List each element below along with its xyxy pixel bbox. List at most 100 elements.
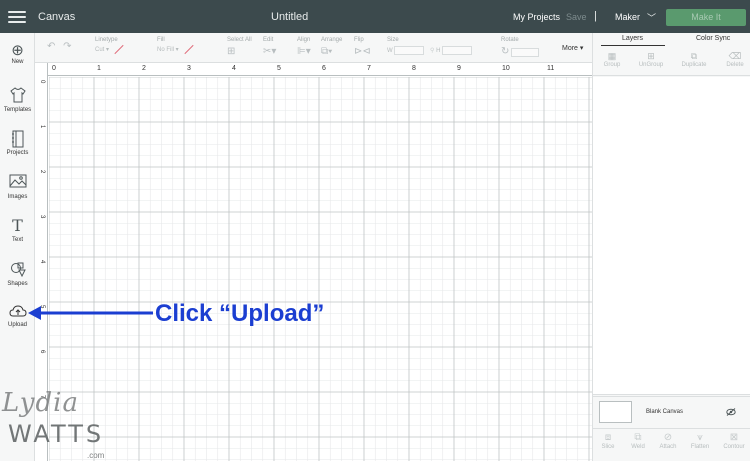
ruler-tick-label: 4 [39, 260, 45, 264]
edit-label: Edit [263, 37, 274, 43]
ruler-tick-label: 0 [52, 65, 56, 72]
sidebar-item-new[interactable]: ⊕ New [0, 42, 35, 65]
weld-button[interactable]: ⧉ Weld [623, 432, 653, 450]
shapes-icon [0, 261, 35, 278]
width-input[interactable] [394, 46, 425, 55]
size-h-label: H [436, 48, 441, 55]
text-icon: T [12, 216, 23, 235]
active-tab-indicator [601, 45, 665, 46]
sidebar-item-shapes[interactable]: Shapes [0, 261, 35, 287]
select-all-label: Select All [227, 37, 252, 43]
chevron-down-icon[interactable]: ﹀ [647, 11, 656, 24]
select-all-icon[interactable]: ⊞ [227, 46, 252, 57]
ruler-tick-label: 1 [39, 125, 45, 129]
ruler-tick-label: 7 [367, 65, 371, 72]
layer-actions: ▦ Group ⊞ UnGroup ⧉ Duplicate ⌫ Delete [593, 48, 750, 76]
sidebar-item-projects[interactable]: Projects [0, 130, 35, 156]
delete-icon: ⌫ [728, 51, 742, 61]
ruler-tick-label: 2 [39, 170, 45, 174]
ruler-tick-label: 8 [412, 65, 416, 72]
rotate-label: Rotate [501, 37, 519, 43]
sidebar-item-label: Templates [3, 107, 32, 113]
ungroup-button[interactable]: ⊞ UnGroup [633, 50, 669, 68]
contour-icon: ⊠ [729, 432, 739, 443]
ruler-tick-label: 2 [142, 65, 146, 72]
layers-list [593, 77, 750, 395]
slice-icon: ⧈ [604, 432, 612, 443]
image-icon [0, 174, 35, 191]
delete-button[interactable]: ⌫ Delete [717, 50, 750, 68]
undo-icon[interactable]: ↶ [47, 41, 55, 52]
right-panel: Layers Color Sync ▦ Group ⊞ UnGroup ⧉ Dupli… [592, 33, 750, 461]
watermark-script: Lydia [2, 388, 79, 418]
annotation-callout: Click “Upload” [155, 300, 325, 327]
fill-select[interactable]: No Fill [157, 47, 174, 53]
duplicate-button[interactable]: ⧉ Duplicate [676, 50, 712, 68]
watermark-suffix: .com [87, 451, 105, 460]
sidebar-item-label: Projects [6, 150, 29, 156]
tab-color-sync[interactable]: Color Sync [696, 35, 730, 42]
ruler-horizontal: 0 1 2 3 4 5 6 7 8 9 10 11 [35, 63, 592, 76]
flatten-button[interactable]: ⩛ Flatten [685, 432, 715, 450]
flip-icon[interactable]: ⊳⊲ [354, 46, 371, 57]
rotate-icon: ↻ [501, 46, 510, 57]
attach-button[interactable]: ⊘ Attach [653, 432, 683, 450]
ruler-tick-label: 3 [187, 65, 191, 72]
shirt-icon [0, 87, 35, 104]
fill-color-icon[interactable] [184, 44, 194, 55]
sidebar-item-label: Text [11, 237, 23, 243]
tab-layers[interactable]: Layers [622, 35, 643, 42]
sidebar-item-label: Shapes [7, 281, 28, 287]
ruler-tick-label: 9 [457, 65, 461, 72]
ruler-tick-label: 3 [39, 215, 45, 219]
hamburger-menu-icon[interactable] [8, 11, 26, 23]
document-title[interactable]: Untitled [271, 11, 308, 23]
sidebar-item-templates[interactable]: Templates [0, 87, 35, 113]
ruler-tick-label: 4 [232, 65, 236, 72]
rotate-input[interactable] [511, 47, 540, 57]
edit-scissors-icon[interactable]: ✂▾ [263, 46, 276, 57]
redo-icon[interactable]: ↷ [63, 41, 71, 52]
machine-selector[interactable]: Maker [615, 12, 640, 22]
linetype-color-icon[interactable] [114, 44, 124, 55]
flip-label: Flip [354, 37, 364, 43]
blank-canvas-row[interactable]: Blank Canvas [593, 396, 750, 428]
ruler-tick-label: 6 [39, 350, 45, 354]
more-menu-button[interactable]: More ▾ [562, 44, 583, 52]
hide-eye-icon[interactable] [726, 408, 736, 418]
sidebar-item-label: New [11, 59, 24, 65]
my-projects-link[interactable]: My Projects [513, 12, 560, 22]
sidebar-item-text[interactable]: T Text [0, 217, 35, 243]
blank-canvas-label: Blank Canvas [646, 409, 684, 415]
lock-icon[interactable]: ⚲ [430, 48, 434, 54]
group-button[interactable]: ▦ Group [594, 50, 630, 68]
bottom-actions: ⧈ Slice ⧉ Weld ⊘ Attach ⩛ Flatten ⊠ Contour [593, 428, 750, 461]
fill-label: Fill [157, 37, 165, 43]
ungroup-icon: ⊞ [647, 51, 655, 61]
align-icon[interactable]: ⊫▾ [297, 46, 311, 57]
flatten-icon: ⩛ [697, 432, 703, 443]
attach-icon: ⊘ [663, 432, 673, 443]
linetype-label: Linetype [95, 37, 118, 43]
ruler-tick-label: 5 [277, 65, 281, 72]
height-input[interactable] [442, 46, 473, 55]
arrange-icon[interactable]: ⧉▾ [321, 46, 342, 57]
ruler-tick-label: 0 [39, 80, 45, 84]
watermark-block: WATTS [8, 420, 105, 448]
save-button[interactable]: Save [566, 12, 587, 22]
slice-button[interactable]: ⧈ Slice [593, 432, 623, 450]
linetype-select[interactable]: Cut [95, 47, 104, 53]
sidebar-item-images[interactable]: Images [0, 174, 35, 200]
ruler-tick-label: 1 [97, 65, 101, 72]
canvas-swatch[interactable] [599, 401, 632, 423]
canvas-grid [49, 77, 592, 461]
size-w-label: W [387, 48, 393, 55]
watermark-logo: Lydia WATTS .com [0, 388, 120, 461]
size-label: Size [387, 37, 399, 43]
align-label: Align [297, 37, 311, 43]
notebook-icon [0, 130, 35, 148]
contour-button[interactable]: ⊠ Contour [719, 432, 749, 450]
ruler-tick-label: 11 [547, 65, 555, 72]
ruler-tick-label: 6 [322, 65, 326, 72]
make-it-button[interactable]: Make It [666, 9, 746, 26]
